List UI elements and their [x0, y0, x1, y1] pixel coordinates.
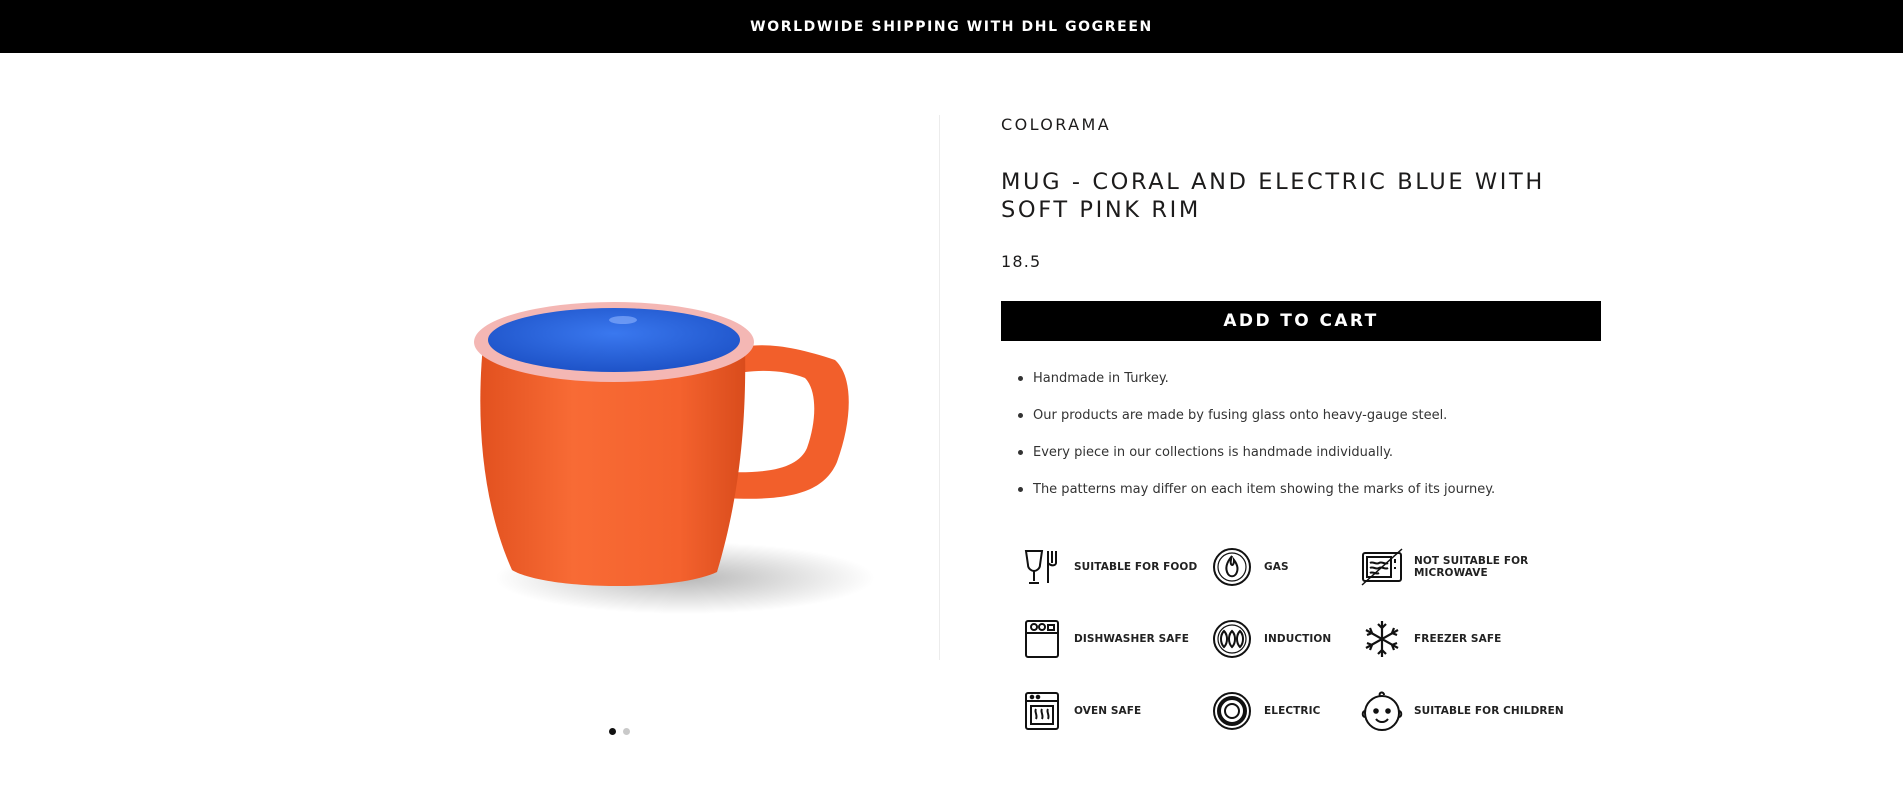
- dishwasher-icon: [1025, 620, 1059, 658]
- care-item-freezer: FREEZER SAFE: [1360, 617, 1501, 661]
- cutlery-icon: [1024, 550, 1057, 584]
- add-to-cart-button[interactable]: ADD TO CART: [1001, 301, 1601, 341]
- column-divider: [939, 115, 940, 660]
- care-item-label: NOT SUITABLE FOR MICROWAVE: [1414, 555, 1529, 579]
- gallery-dot-1[interactable]: [609, 728, 616, 735]
- care-item-label: SUITABLE FOR CHILDREN: [1414, 705, 1564, 717]
- care-item-label: FREEZER SAFE: [1414, 633, 1502, 645]
- induction-icon: [1213, 620, 1251, 658]
- care-item-dishwasher: DISHWASHER SAFE: [1020, 617, 1189, 661]
- care-item-oven: OVEN SAFE: [1020, 689, 1141, 733]
- care-icon-grid: SUITABLE FOR FOOD GAS NOT SUITABLE FOR M…: [1020, 545, 1580, 745]
- care-item-label: OVEN SAFE: [1074, 705, 1142, 717]
- product-price: 18.5: [1001, 252, 1042, 271]
- care-item-microwave: NOT SUITABLE FOR MICROWAVE: [1360, 545, 1580, 589]
- gas-flame-icon: [1213, 548, 1251, 586]
- feature-item: Every piece in our collections is handma…: [1018, 443, 1601, 462]
- product-features: Handmade in Turkey. Our products are mad…: [1001, 369, 1601, 499]
- oven-icon: [1025, 692, 1059, 730]
- care-item-gas: GAS: [1210, 545, 1289, 589]
- announcement-text: WORLDWIDE SHIPPING WITH DHL GOGREEN: [750, 18, 1153, 35]
- care-item-children: SUITABLE FOR CHILDREN: [1360, 689, 1564, 733]
- care-item-label: ELECTRIC: [1264, 705, 1321, 717]
- microwave-icon: [1361, 548, 1403, 586]
- product-info: COLORAMA MUG - CORAL AND ELECTRIC BLUE W…: [1001, 115, 1601, 517]
- care-item-label: DISHWASHER SAFE: [1074, 633, 1190, 645]
- product-title: MUG - CORAL AND ELECTRIC BLUE WITH SOFT …: [1001, 169, 1545, 223]
- care-item-induction: INDUCTION: [1210, 617, 1331, 661]
- care-item-label: INDUCTION: [1264, 633, 1332, 645]
- snowflake-icon: [1365, 621, 1399, 657]
- gallery-dot-2[interactable]: [623, 728, 630, 735]
- baby-face-icon: [1361, 691, 1403, 731]
- feature-item: Our products are made by fusing glass on…: [1018, 406, 1601, 425]
- feature-item: The patterns may differ on each item sho…: [1018, 480, 1601, 499]
- care-item-label: SUITABLE FOR FOOD: [1074, 561, 1198, 573]
- gallery-pagination: [609, 728, 630, 735]
- care-item-food: SUITABLE FOR FOOD: [1020, 545, 1197, 589]
- product-image[interactable]: [455, 240, 875, 640]
- announcement-bar: WORLDWIDE SHIPPING WITH DHL GOGREEN: [0, 0, 1903, 53]
- product-vendor[interactable]: COLORAMA: [1001, 115, 1601, 134]
- care-item-electric: ELECTRIC: [1210, 689, 1320, 733]
- care-item-label: GAS: [1264, 561, 1289, 573]
- feature-item: Handmade in Turkey.: [1018, 369, 1601, 388]
- electric-hob-icon: [1213, 692, 1251, 730]
